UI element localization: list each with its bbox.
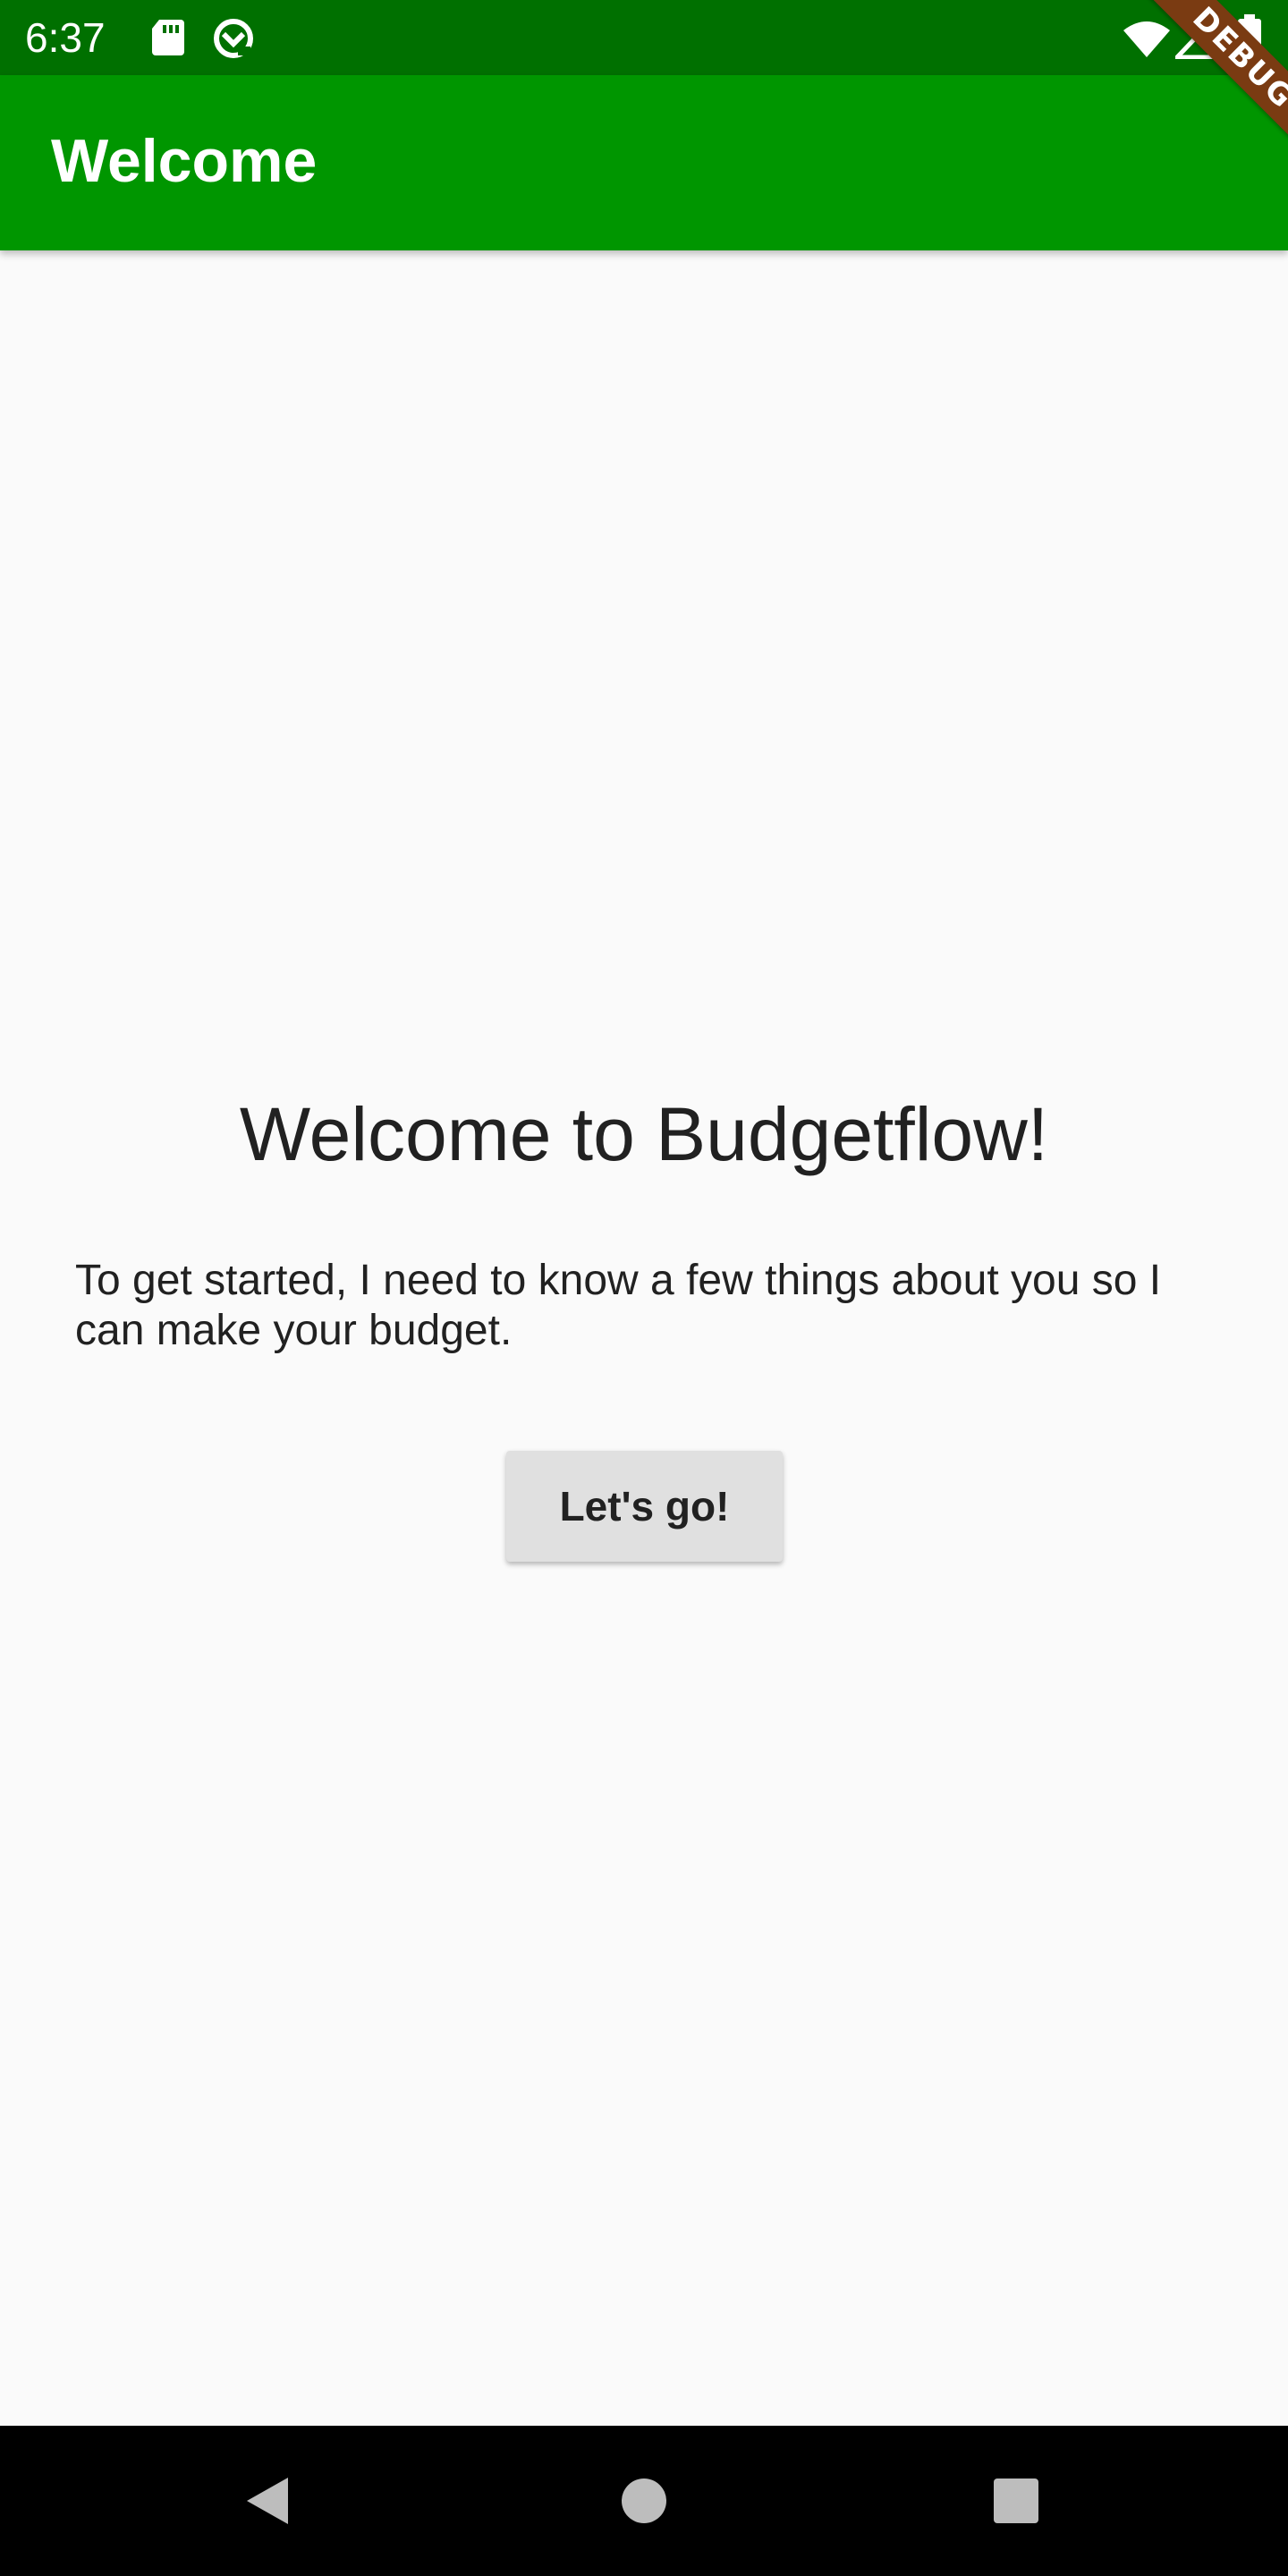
recents-icon: [994, 2479, 1038, 2523]
welcome-heading: Welcome to Budgetflow!: [239, 1092, 1049, 1176]
welcome-body: To get started, I need to know a few thi…: [75, 1257, 1162, 1354]
sd-card-icon: [152, 20, 184, 55]
lets-go-button[interactable]: Let's go!: [506, 1451, 783, 1562]
status-bar: 6:37: [0, 0, 1288, 75]
home-button[interactable]: [599, 2456, 689, 2546]
screen: 6:37 Welcome DEBUG Welcome to Budgetflow…: [0, 0, 1288, 2576]
home-icon: [622, 2479, 666, 2523]
recents-button[interactable]: [971, 2456, 1061, 2546]
app-bar: Welcome: [0, 75, 1288, 250]
data-saver-icon: [214, 19, 253, 58]
back-icon: [247, 2478, 288, 2524]
back-button[interactable]: [224, 2456, 313, 2546]
status-time: 6:37: [25, 14, 106, 61]
nav-bar: [0, 2426, 1288, 2576]
app-bar-title: Welcome: [51, 127, 318, 195]
wifi-icon: [1123, 21, 1170, 57]
